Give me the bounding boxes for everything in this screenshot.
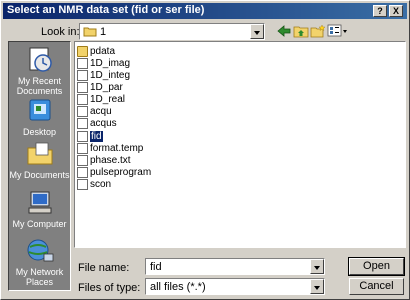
place-label: My Recent Documents	[16, 76, 63, 96]
close-button[interactable]: X	[389, 5, 403, 17]
place-my-network-places[interactable]: My Network Places	[9, 237, 70, 287]
file-name: acqus	[90, 118, 117, 129]
file-name: 1D_real	[90, 94, 126, 105]
cancel-button[interactable]: Cancel	[349, 278, 404, 295]
my-documents-icon	[27, 142, 52, 165]
network-places-icon	[27, 239, 53, 262]
list-item[interactable]: acqu	[77, 106, 112, 118]
file-name: 1D_integ	[90, 70, 131, 81]
back-arrow-icon[interactable]	[276, 24, 292, 38]
up-folder-icon[interactable]	[293, 24, 309, 38]
help-button[interactable]: ?	[373, 5, 387, 17]
place-my-recent-documents[interactable]: My Recent Documents	[9, 46, 70, 96]
file-name: 1D_par	[90, 82, 123, 93]
place-label: My Network Places	[15, 267, 64, 287]
file-icon	[77, 143, 88, 154]
filetype-dropdown-button[interactable]	[310, 279, 324, 294]
filename-input[interactable]: fid	[145, 258, 325, 275]
file-name: fid	[90, 131, 103, 142]
file-name: 1D_imag	[90, 58, 131, 69]
places-bar: My Recent Documents Desktop My Documents	[8, 41, 71, 291]
file-icon	[77, 118, 88, 129]
file-icon	[77, 167, 88, 178]
file-open-dialog: Select an NMR data set (fid or ser file)…	[0, 0, 410, 300]
file-icon	[77, 106, 88, 117]
file-name: pdata	[90, 46, 116, 57]
place-label: My Documents	[9, 170, 70, 180]
list-item-selected[interactable]: fid	[77, 131, 103, 143]
desktop-icon	[29, 99, 50, 121]
file-icon	[77, 131, 88, 142]
recent-documents-icon	[29, 47, 52, 72]
file-icon	[77, 94, 88, 105]
filetype-label: Files of type:	[78, 282, 141, 294]
list-item[interactable]: 1D_par	[77, 82, 123, 94]
place-my-computer[interactable]: My Computer	[9, 189, 70, 229]
file-name: scon	[90, 179, 112, 190]
window-title: Select an NMR data set (fid or ser file)	[7, 4, 205, 16]
lookin-dropdown-button[interactable]	[250, 24, 264, 39]
list-item[interactable]: scon	[77, 179, 111, 191]
list-item[interactable]: 1D_real	[77, 94, 125, 106]
new-folder-icon[interactable]	[310, 24, 326, 38]
list-item[interactable]: acqus	[77, 118, 117, 130]
folder-icon	[77, 46, 88, 57]
place-label: My Computer	[12, 219, 67, 229]
list-item[interactable]: pdata	[77, 46, 115, 58]
folder-icon	[83, 27, 97, 37]
title-bar[interactable]: Select an NMR data set (fid or ser file)…	[3, 3, 407, 19]
list-item[interactable]: 1D_integ	[77, 70, 130, 82]
lookin-label: Look in:	[41, 26, 80, 38]
file-icon	[77, 70, 88, 81]
list-item[interactable]: 1D_imag	[77, 58, 130, 70]
my-computer-icon	[28, 191, 51, 214]
file-name: phase.txt	[90, 155, 131, 166]
place-desktop[interactable]: Desktop	[9, 97, 70, 137]
filename-dropdown-button[interactable]	[310, 259, 324, 274]
list-item[interactable]: phase.txt	[77, 155, 131, 167]
filetype-select[interactable]: all files (*.*)	[145, 278, 325, 295]
file-icon	[77, 58, 88, 69]
lookin-value: 1	[100, 26, 107, 38]
file-icon	[77, 155, 88, 166]
filename-value: fid	[150, 261, 162, 273]
place-my-documents[interactable]: My Documents	[9, 140, 70, 180]
file-name: format.temp	[90, 143, 144, 154]
file-icon	[77, 82, 88, 93]
file-name: acqu	[90, 106, 112, 117]
file-icon	[77, 179, 88, 190]
filetype-value: all files (*.*)	[150, 281, 206, 293]
view-menu-icon[interactable]	[327, 24, 349, 38]
place-label: Desktop	[22, 127, 57, 137]
list-item[interactable]: pulseprogram	[77, 167, 151, 179]
filename-label: File name:	[78, 262, 130, 274]
list-item[interactable]: format.temp	[77, 143, 143, 155]
file-list[interactable]: pdata 1D_imag 1D_integ 1D_par 1D_real ac…	[74, 41, 406, 248]
lookin-combo[interactable]: 1	[79, 23, 265, 40]
file-name: pulseprogram	[90, 167, 152, 178]
open-button[interactable]: Open	[348, 257, 405, 276]
